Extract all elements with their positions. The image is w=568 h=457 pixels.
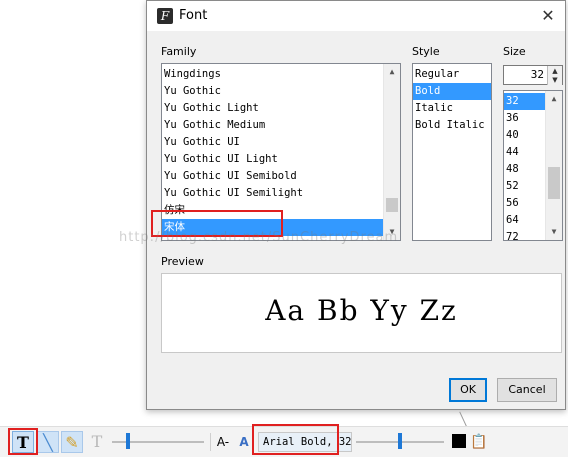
family-list-item[interactable]: Yu Gothic UI Semilight [164,185,303,202]
font-dialog: F Font ✕ Family Style Size Wingdings Yu G… [146,0,566,410]
size-listbox[interactable]: 32 36 40 44 48 52 56 64 72 ▲ ▼ [503,90,563,241]
dialog-titlebar: F Font ✕ [147,1,565,31]
family-list-item[interactable]: Wingdings [164,66,221,83]
size-list-item[interactable]: 44 [506,144,519,161]
preview-label: Preview [161,255,204,268]
size-list-item[interactable]: 72 [506,229,519,240]
size-list-item[interactable]: 48 [506,161,519,178]
style-list-item[interactable]: Bold Italic [415,117,485,134]
highlight-box-font-field [252,424,339,455]
toolbar-divider [210,433,211,451]
scroll-thumb[interactable] [386,198,398,212]
size-label: Size [503,45,526,58]
family-list-item[interactable]: Yu Gothic [164,83,221,100]
family-list-item[interactable]: Yu Gothic Light [164,100,259,117]
highlight-box-text-tool [8,428,38,455]
paste-icon[interactable]: 📋 [468,431,490,453]
family-label: Family [161,45,197,58]
dialog-title: Font [179,8,208,23]
style-list-item[interactable]: Regular [415,66,459,83]
size-scroll-up-icon[interactable]: ▲ [546,91,562,107]
size-scroll-thumb[interactable] [548,167,560,199]
color-swatch[interactable] [452,434,466,448]
size-list-item[interactable]: 40 [506,127,519,144]
style-listbox[interactable]: Regular Bold Italic Bold Italic [412,63,492,241]
size-scroll-down-icon[interactable]: ▼ [546,224,562,240]
close-icon[interactable]: ✕ [531,1,565,31]
family-list-item[interactable]: Yu Gothic UI Semibold [164,168,297,185]
size-list-item[interactable]: 52 [506,178,519,195]
font-color-icon[interactable]: A [236,431,252,453]
family-list-item[interactable]: Yu Gothic UI Light [164,151,278,168]
family-list-item[interactable]: Yu Gothic UI [164,134,240,151]
style-label: Style [412,45,440,58]
size-list-item[interactable]: 64 [506,212,519,229]
style-list-item[interactable]: Bold [413,83,491,100]
cancel-button[interactable]: Cancel [497,378,557,402]
ok-label: OK [460,383,476,396]
size-scrollbar[interactable]: ▲ ▼ [545,91,562,240]
decrease-font-icon[interactable]: A- [214,431,232,453]
family-list-item[interactable]: Yu Gothic Medium [164,117,265,134]
size-list-item[interactable]: 56 [506,195,519,212]
family-scrollbar[interactable]: ▲ ▼ [383,64,400,240]
watermark: http://blog.csdn.net/SunCherryDream [119,230,399,245]
pen-tool-icon[interactable]: ✎ [61,431,83,453]
style-list-item[interactable]: Italic [415,100,453,117]
preview-text: Aa Bb Yy Zz [265,294,458,327]
spin-down-icon[interactable]: ▼ [547,75,562,85]
size-list-item[interactable]: 36 [506,110,519,127]
opacity-slider-thumb[interactable] [126,433,130,449]
size-input[interactable]: 32 ▲ ▼ [503,65,563,85]
size-slider-thumb[interactable] [398,433,402,449]
text-style-icon[interactable]: T [86,431,108,453]
ok-button[interactable]: OK [449,378,487,402]
size-input-value: 32 [530,68,544,81]
line-tool-icon[interactable]: ╲ [37,431,59,453]
scroll-up-icon[interactable]: ▲ [384,64,400,80]
cancel-label: Cancel [508,383,546,396]
font-app-icon: F [157,8,173,24]
preview-box: Aa Bb Yy Zz [161,273,562,353]
size-list-item[interactable]: 32 [504,93,545,110]
